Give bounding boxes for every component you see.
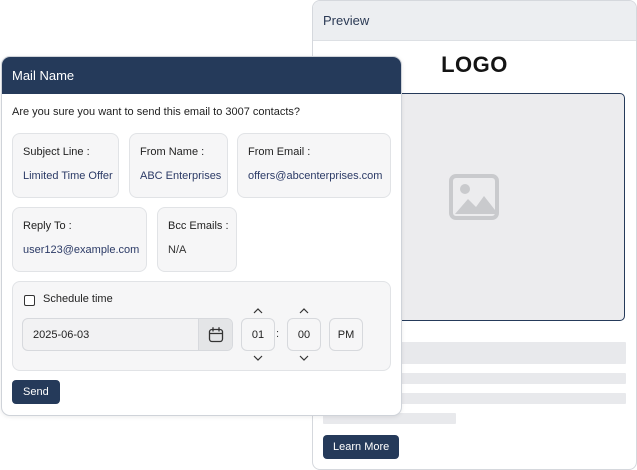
ampm-toggle[interactable]: PM — [329, 318, 363, 351]
send-confirmation-dialog: Mail Name Are you sure you want to send … — [1, 56, 402, 416]
confirmation-message: Are you sure you want to send this email… — [12, 106, 300, 118]
calendar-button[interactable] — [198, 319, 232, 350]
subject-line-card: Subject Line : Limited Time Offer — [12, 133, 119, 198]
hour-field[interactable]: 01 — [241, 318, 275, 351]
from-name-card: From Name : ABC Enterprises — [129, 133, 228, 198]
bcc-label: Bcc Emails : — [168, 220, 229, 232]
image-placeholder-icon — [449, 174, 499, 220]
minute-increment-chevron-up-icon[interactable] — [298, 306, 310, 316]
subject-line-value: Limited Time Offer — [23, 170, 113, 182]
preview-title: Preview — [323, 13, 370, 28]
minute-decrement-chevron-down-icon[interactable] — [298, 353, 310, 363]
reply-to-label: Reply To : — [23, 220, 72, 232]
from-name-label: From Name : — [140, 146, 205, 158]
schedule-date-value: 2025-06-03 — [33, 329, 90, 341]
dialog-header: Mail Name — [2, 57, 401, 94]
minute-field[interactable]: 00 — [287, 318, 321, 351]
from-email-label: From Email : — [248, 146, 311, 158]
send-button[interactable]: Send — [12, 380, 60, 404]
hour-decrement-chevron-down-icon[interactable] — [252, 353, 264, 363]
subject-line-label: Subject Line : — [23, 146, 90, 158]
calendar-icon — [208, 326, 223, 342]
dialog-title: Mail Name — [12, 68, 75, 83]
bcc-value: N/A — [168, 244, 187, 256]
schedule-time-label[interactable]: Schedule time — [43, 293, 113, 305]
from-name-value: ABC Enterprises — [140, 170, 222, 182]
reply-to-card: Reply To : user123@example.com — [12, 207, 147, 272]
from-email-value: offers@abcenterprises.com — [248, 170, 383, 182]
reply-to-value: user123@example.com — [23, 244, 140, 256]
from-email-card: From Email : offers@abcenterprises.com — [237, 133, 391, 198]
schedule-section: Schedule time 2025-06-03 01 : 00 PM — [12, 281, 391, 371]
bcc-card: Bcc Emails : N/A — [157, 207, 237, 272]
learn-more-button[interactable]: Learn More — [323, 435, 400, 459]
schedule-time-checkbox[interactable] — [24, 295, 35, 306]
preview-header: Preview — [313, 1, 636, 41]
schedule-date-field[interactable]: 2025-06-03 — [22, 318, 233, 351]
time-separator: : — [276, 328, 280, 340]
hour-increment-chevron-up-icon[interactable] — [252, 306, 264, 316]
